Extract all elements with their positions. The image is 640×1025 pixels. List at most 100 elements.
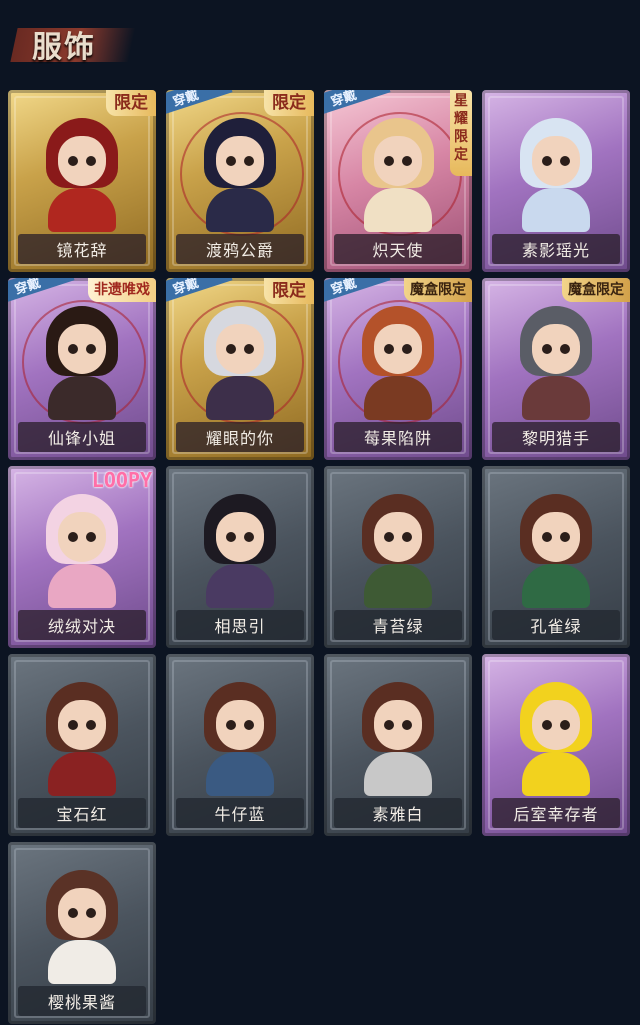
portrait-eye	[86, 532, 96, 542]
portrait-face	[374, 512, 422, 562]
portrait-eye	[542, 532, 552, 542]
portrait-eye	[226, 720, 236, 730]
outfit-card[interactable]: 孔雀绿	[482, 466, 630, 648]
character-portrait	[42, 302, 122, 422]
outfit-name: 后室幸存者	[492, 798, 620, 828]
portrait-eye	[244, 720, 254, 730]
outfit-card[interactable]: 后室幸存者	[482, 654, 630, 836]
character-portrait	[358, 302, 438, 422]
portrait-eye	[244, 344, 254, 354]
portrait-outfit	[206, 188, 274, 232]
outfit-card[interactable]: 魔盒限定 穿戴 莓果陷阱	[324, 278, 472, 460]
character-portrait	[42, 866, 122, 986]
portrait-face	[58, 512, 106, 562]
portrait-face	[374, 136, 422, 186]
portrait-face	[216, 512, 264, 562]
portrait-outfit	[48, 376, 116, 420]
portrait-face	[532, 136, 580, 186]
portrait-outfit	[48, 940, 116, 984]
portrait-face	[216, 700, 264, 750]
portrait-eye	[384, 532, 394, 542]
character-portrait	[516, 114, 596, 234]
character-portrait	[42, 490, 122, 610]
rarity-badge: 限定	[264, 278, 314, 304]
character-portrait	[42, 678, 122, 798]
portrait-eye	[226, 344, 236, 354]
outfit-card[interactable]: 限定 穿戴耀眼的你	[166, 278, 314, 460]
outfit-card[interactable]: 青苔绿	[324, 466, 472, 648]
outfit-name: 仙锋小姐	[18, 422, 146, 452]
portrait-outfit	[522, 376, 590, 420]
portrait-eye	[86, 720, 96, 730]
portrait-outfit	[206, 376, 274, 420]
outfit-name: 孔雀绿	[492, 610, 620, 640]
outfit-card[interactable]: 樱桃果酱	[8, 842, 156, 1024]
character-portrait	[200, 678, 280, 798]
portrait-eye	[384, 156, 394, 166]
outfit-card[interactable]: 魔盒限定 黎明猎手	[482, 278, 630, 460]
portrait-face	[532, 324, 580, 374]
portrait-face	[374, 700, 422, 750]
outfit-name: 炽天使	[334, 234, 462, 264]
character-portrait	[42, 114, 122, 234]
portrait-eye	[402, 156, 412, 166]
character-portrait	[358, 114, 438, 234]
portrait-eye	[68, 344, 78, 354]
portrait-outfit	[364, 564, 432, 608]
portrait-face	[58, 136, 106, 186]
portrait-eye	[86, 156, 96, 166]
outfit-card[interactable]: 牛仔蓝	[166, 654, 314, 836]
portrait-eye	[244, 156, 254, 166]
portrait-eye	[560, 156, 570, 166]
outfit-card[interactable]: 素雅白	[324, 654, 472, 836]
portrait-outfit	[48, 752, 116, 796]
portrait-eye	[384, 344, 394, 354]
portrait-face	[58, 324, 106, 374]
outfit-card[interactable]: 星耀限定 穿戴炽天使	[324, 90, 472, 272]
outfit-name: 宝石红	[18, 798, 146, 828]
portrait-outfit	[48, 188, 116, 232]
portrait-eye	[244, 532, 254, 542]
character-portrait	[200, 114, 280, 234]
outfit-card[interactable]: 限定 穿戴 渡鸦公爵	[166, 90, 314, 272]
portrait-eye	[402, 532, 412, 542]
outfit-grid: 限定 镜花辞 限定 穿戴 渡鸦公爵 星耀限定 穿戴 炽天使 素影瑶光 非遗唯戏 穿戴 仙锋小姐 限定 穿戴…	[0, 0, 640, 1025]
portrait-eye	[384, 720, 394, 730]
outfit-card[interactable]: 宝石红	[8, 654, 156, 836]
outfit-card[interactable]: 素影瑶光	[482, 90, 630, 272]
portrait-outfit	[522, 564, 590, 608]
rarity-badge: 星耀限定	[450, 90, 472, 176]
portrait-face	[58, 700, 106, 750]
outfit-card[interactable]: 非遗唯戏 穿戴 仙锋小姐	[8, 278, 156, 460]
outfit-name: 莓果陷阱	[334, 422, 462, 452]
portrait-face	[532, 700, 580, 750]
outfit-card[interactable]: 相思引	[166, 466, 314, 648]
portrait-eye	[86, 908, 96, 918]
rarity-badge: 魔盒限定	[404, 278, 472, 302]
portrait-face	[532, 512, 580, 562]
wearing-tag: 穿戴	[166, 90, 233, 120]
portrait-outfit	[522, 752, 590, 796]
rarity-badge: 限定	[106, 90, 156, 116]
character-portrait	[516, 302, 596, 422]
outfit-card[interactable]: 限定 镜花辞	[8, 90, 156, 272]
outfit-name: 耀眼的你	[176, 422, 304, 452]
portrait-eye	[542, 156, 552, 166]
portrait-eye	[68, 532, 78, 542]
character-portrait	[358, 678, 438, 798]
rarity-badge: 魔盒限定	[562, 278, 630, 302]
portrait-face	[216, 324, 264, 374]
portrait-outfit	[48, 564, 116, 608]
wearing-tag: 穿戴	[166, 278, 233, 308]
portrait-eye	[68, 908, 78, 918]
outfit-name: 素雅白	[334, 798, 462, 828]
wearing-tag: 穿戴	[324, 90, 391, 120]
character-portrait	[200, 302, 280, 422]
portrait-eye	[542, 720, 552, 730]
outfit-card[interactable]: LOOPY 绒绒对决	[8, 466, 156, 648]
character-portrait	[358, 490, 438, 610]
portrait-outfit	[206, 752, 274, 796]
outfit-name: 牛仔蓝	[176, 798, 304, 828]
portrait-eye	[560, 344, 570, 354]
portrait-face	[216, 136, 264, 186]
